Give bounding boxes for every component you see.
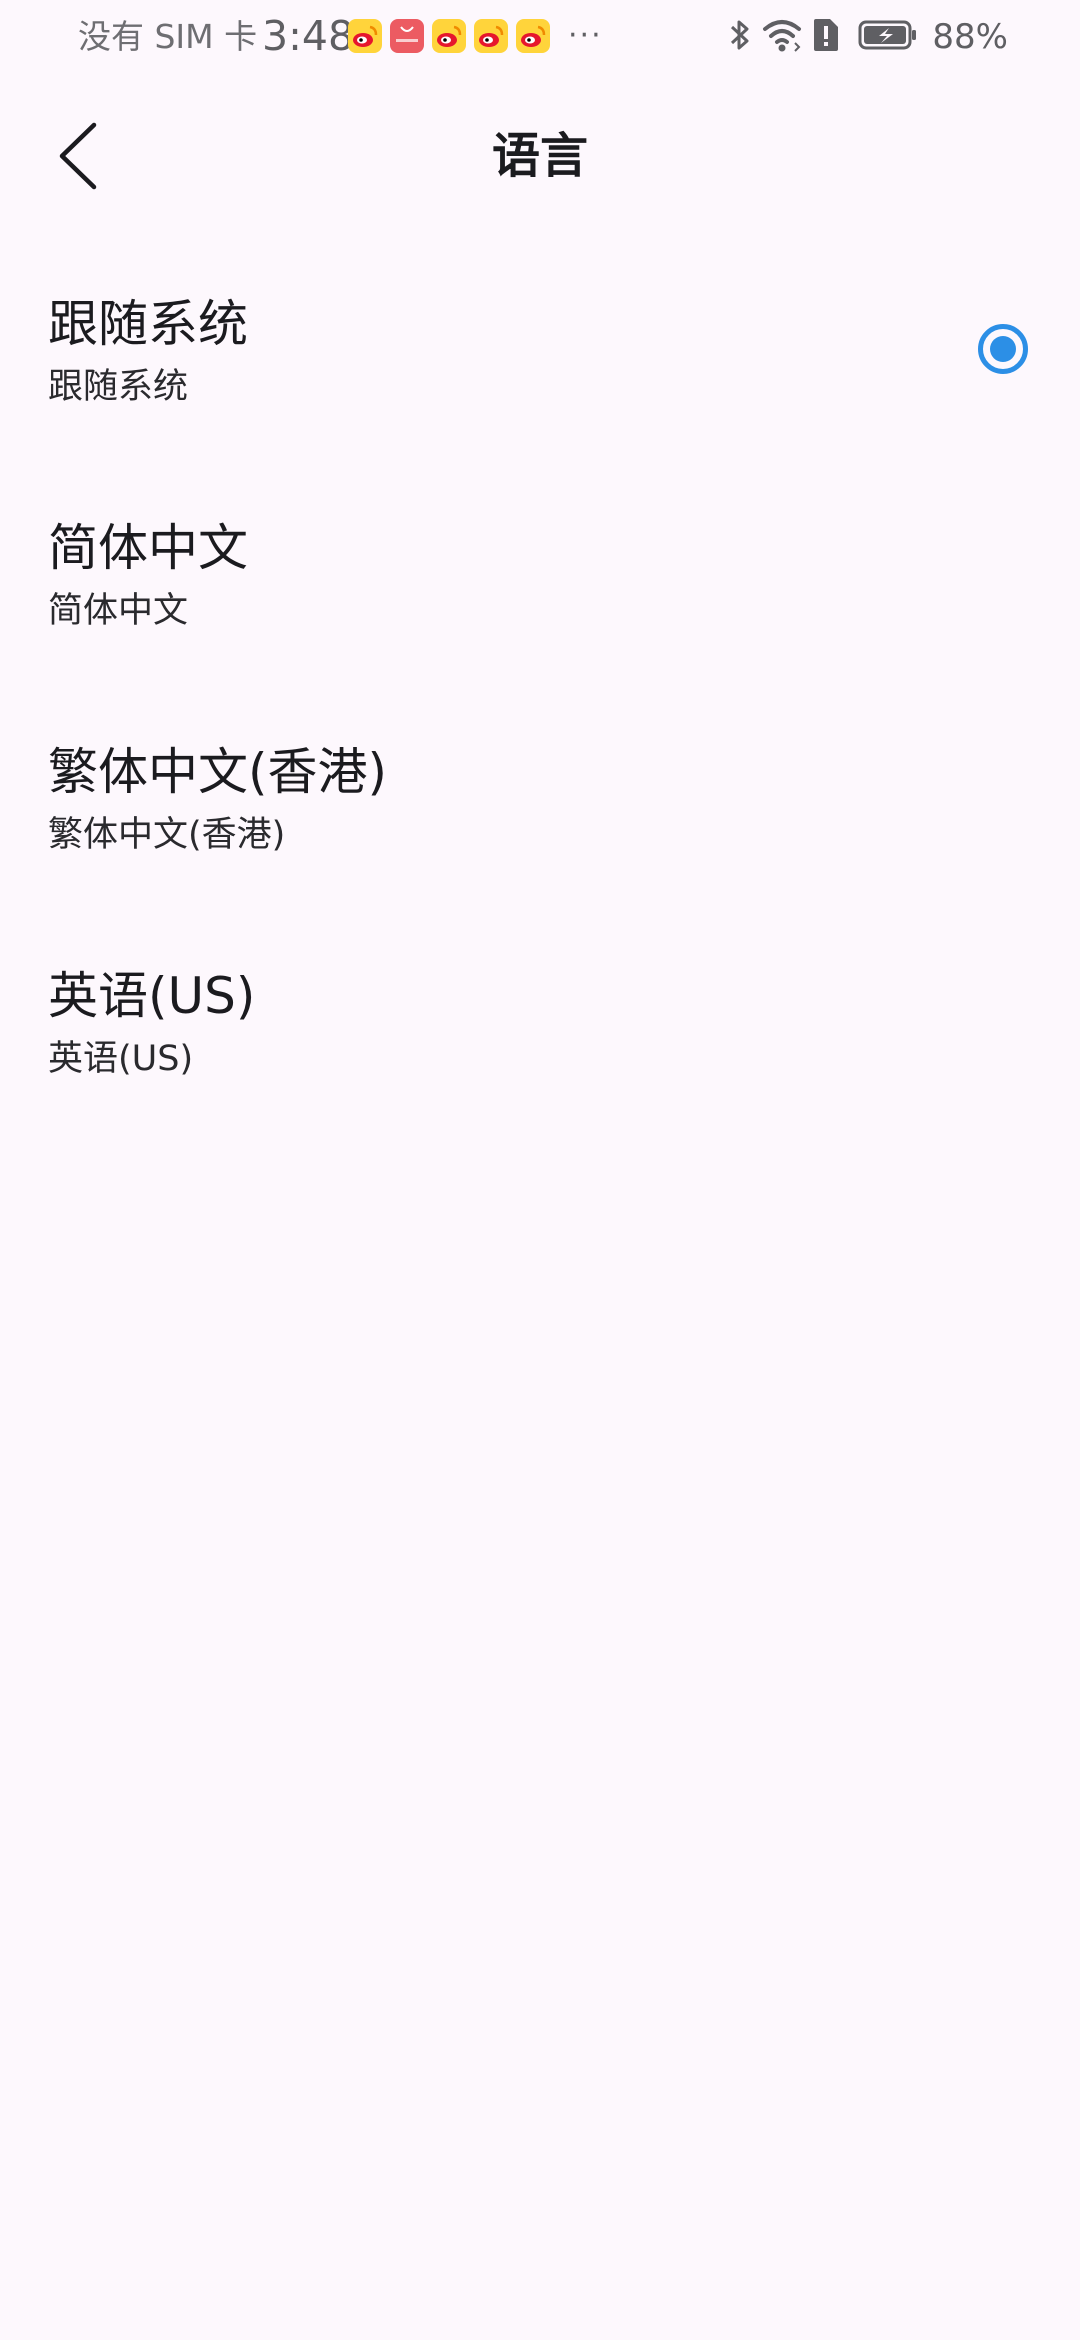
language-subtitle: 简体中文 [48, 591, 189, 631]
weibo-icon [432, 19, 466, 53]
page-title: 语言 [491, 128, 588, 184]
language-title: 繁体中文(香港) [48, 743, 388, 801]
battery-percent: 88% [932, 17, 1008, 57]
huawei-appgallery-icon [390, 19, 424, 53]
language-subtitle: 繁体中文(香港) [48, 815, 286, 855]
more-notifications-icon: ··· [568, 18, 603, 53]
language-option-english-us[interactable]: 英语(US) 英语(US) [0, 942, 1080, 1166]
language-option-traditional-chinese-hk[interactable]: 繁体中文(香港) 繁体中文(香港) [0, 718, 1080, 942]
weibo-icon [348, 19, 382, 53]
language-title: 简体中文 [48, 519, 248, 577]
notification-icons: ··· [348, 18, 603, 54]
screen: 没有 SIM 卡 3:48 ··· 88% 语言 跟随系统 跟随系统 简体中文 … [0, 0, 1080, 2340]
radio-dot [990, 336, 1016, 362]
clock: 3:48 [262, 12, 355, 60]
sim-alert-icon [812, 17, 840, 57]
language-subtitle: 英语(US) [48, 1039, 194, 1079]
language-title: 跟随系统 [48, 295, 248, 353]
weibo-icon [474, 19, 508, 53]
battery-icon [858, 18, 918, 56]
bluetooth-icon [728, 17, 752, 57]
wifi-icon [762, 17, 802, 57]
weibo-icon [516, 19, 550, 53]
carrier-label: 没有 SIM 卡 [78, 17, 258, 56]
system-icons: 88% [718, 14, 1008, 60]
language-subtitle: 跟随系统 [48, 367, 189, 407]
language-list: 跟随系统 跟随系统 简体中文 简体中文 繁体中文(香港) 繁体中文(香港) 英语… [0, 270, 1080, 1166]
radio-selected[interactable] [978, 324, 1028, 374]
language-title: 英语(US) [48, 967, 256, 1025]
app-bar: 语言 [0, 100, 1080, 212]
status-bar: 没有 SIM 卡 3:48 ··· 88% [0, 0, 1080, 74]
language-option-follow-system[interactable]: 跟随系统 跟随系统 [0, 270, 1080, 494]
language-option-simplified-chinese[interactable]: 简体中文 简体中文 [0, 494, 1080, 718]
